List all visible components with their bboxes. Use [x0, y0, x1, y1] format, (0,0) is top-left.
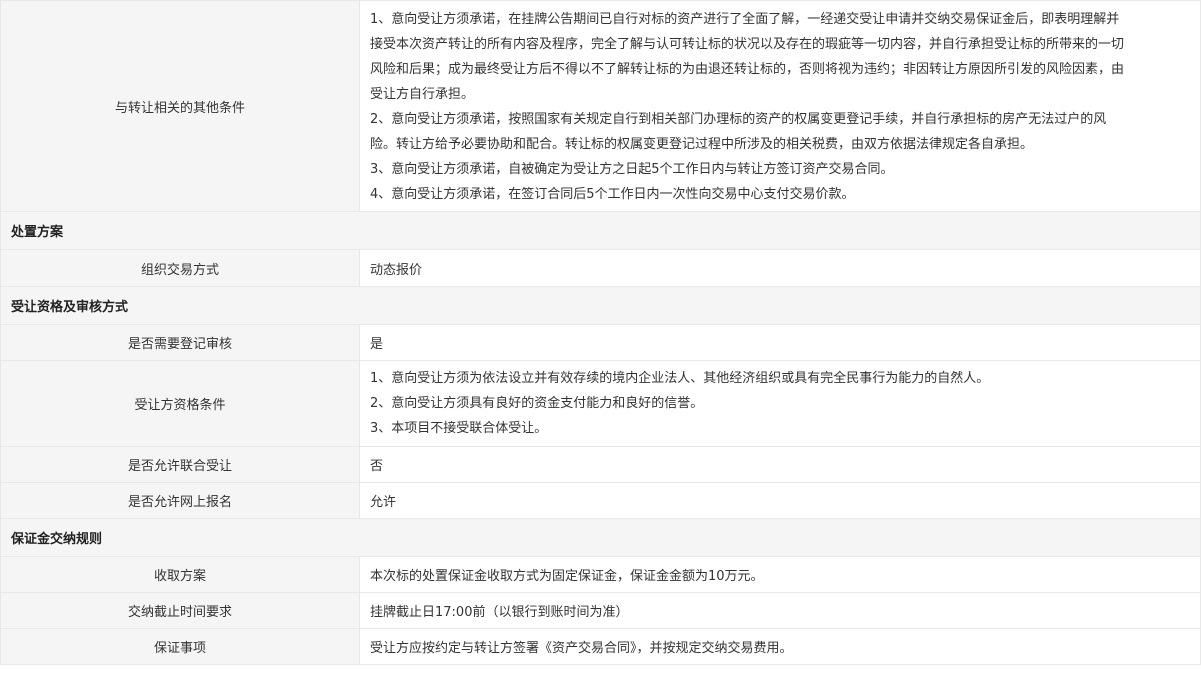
table-row-transferee-conditions: 受让方资格条件 1、意向受让方须为依法设立并有效存续的境内企业法人、其他经济组织… [0, 360, 1201, 447]
guarantee-matters-label: 保证事项 [0, 628, 360, 665]
transferee-conditions-value: 1、意向受让方须为依法设立并有效存续的境内企业法人、其他经济组织或具有完全民事行… [359, 360, 1201, 447]
transaction-info-table: 与转让相关的其他条件 1、意向受让方须承诺，在挂牌公告期间已自行对标的资产进行了… [0, 0, 1201, 665]
section-row-deposit: 保证金交纳规则 [0, 518, 1201, 557]
online-registration-value: 允许 [359, 482, 1201, 519]
table-row-other-conditions: 与转让相关的其他条件 1、意向受让方须承诺，在挂牌公告期间已自行对标的资产进行了… [0, 0, 1201, 212]
table-row-online-registration: 是否允许网上报名 允许 [0, 482, 1201, 519]
section-title-qualification: 受让资格及审核方式 [0, 286, 1201, 325]
other-conditions-line: 1、意向受让方须承诺，在挂牌公告期间已自行对标的资产进行了全面了解，一经递交受让… [370, 12, 1120, 27]
deposit-plan-value: 本次标的处置保证金收取方式为固定保证金，保证金金额为10万元。 [359, 556, 1201, 593]
trade-method-value: 动态报价 [359, 249, 1201, 287]
registration-review-value: 是 [359, 324, 1201, 361]
deposit-deadline-label: 交纳截止时间要求 [0, 592, 360, 629]
other-conditions-line: 2、意向受让方须承诺，按照国家有关规定自行到相关部门办理标的资产的权属变更登记手… [370, 112, 1107, 127]
other-conditions-line: 风险和后果；成为最终受让方后不得以不了解转让标的为由退还转让标的，否则将视为违约… [370, 62, 1125, 77]
joint-transfer-value: 否 [359, 446, 1201, 483]
section-row-qualification: 受让资格及审核方式 [0, 286, 1201, 325]
other-conditions-line: 接受本次资产转让的所有内容及程序，完全了解与认可转让标的状况以及存在的瑕疵等一切… [370, 37, 1125, 52]
table-row-trade-method: 组织交易方式 动态报价 [0, 249, 1201, 287]
trade-method-label: 组织交易方式 [0, 249, 360, 287]
table-row-deposit-plan: 收取方案 本次标的处置保证金收取方式为固定保证金，保证金金额为10万元。 [0, 556, 1201, 593]
registration-review-label: 是否需要登记审核 [0, 324, 360, 361]
table-row-guarantee-matters: 保证事项 受让方应按约定与转让方签署《资产交易合同》，并按规定交纳交易费用。 [0, 628, 1201, 665]
section-title-disposal: 处置方案 [0, 211, 1201, 250]
transferee-conditions-label: 受让方资格条件 [0, 360, 360, 447]
deposit-plan-label: 收取方案 [0, 556, 360, 593]
section-title-deposit: 保证金交纳规则 [0, 518, 1201, 557]
table-row-deposit-deadline: 交纳截止时间要求 挂牌截止日17:00前（以银行到账时间为准） [0, 592, 1201, 629]
joint-transfer-label: 是否允许联合受让 [0, 446, 360, 483]
guarantee-matters-value: 受让方应按约定与转让方签署《资产交易合同》，并按规定交纳交易费用。 [359, 628, 1201, 665]
other-conditions-line: 4、意向受让方须承诺，在签订合同后5个工作日内一次性向交易中心支付交易价款。 [370, 187, 855, 202]
deposit-deadline-value: 挂牌截止日17:00前（以银行到账时间为准） [359, 592, 1201, 629]
other-conditions-line: 3、意向受让方须承诺，自被确定为受让方之日起5个工作日内与转让方签订资产交易合同… [370, 162, 894, 177]
table-row-registration-review: 是否需要登记审核 是 [0, 324, 1201, 361]
transferee-conditions-line: 2、意向受让方须具有良好的资金支付能力和良好的信誉。 [370, 396, 704, 411]
table-row-joint-transfer: 是否允许联合受让 否 [0, 446, 1201, 483]
other-conditions-line: 险。转让方给予必要协助和配合。转让标的权属变更登记过程中所涉及的相关税费，由双方… [370, 137, 1034, 152]
online-registration-label: 是否允许网上报名 [0, 482, 360, 519]
section-row-disposal: 处置方案 [0, 211, 1201, 250]
transferee-conditions-line: 3、本项目不接受联合体受让。 [370, 421, 548, 436]
other-conditions-line: 受让方自行承担。 [370, 87, 475, 102]
transferee-conditions-line: 1、意向受让方须为依法设立并有效存续的境内企业法人、其他经济组织或具有完全民事行… [370, 371, 990, 386]
other-conditions-label: 与转让相关的其他条件 [0, 0, 360, 212]
other-conditions-value: 1、意向受让方须承诺，在挂牌公告期间已自行对标的资产进行了全面了解，一经递交受让… [359, 0, 1201, 212]
